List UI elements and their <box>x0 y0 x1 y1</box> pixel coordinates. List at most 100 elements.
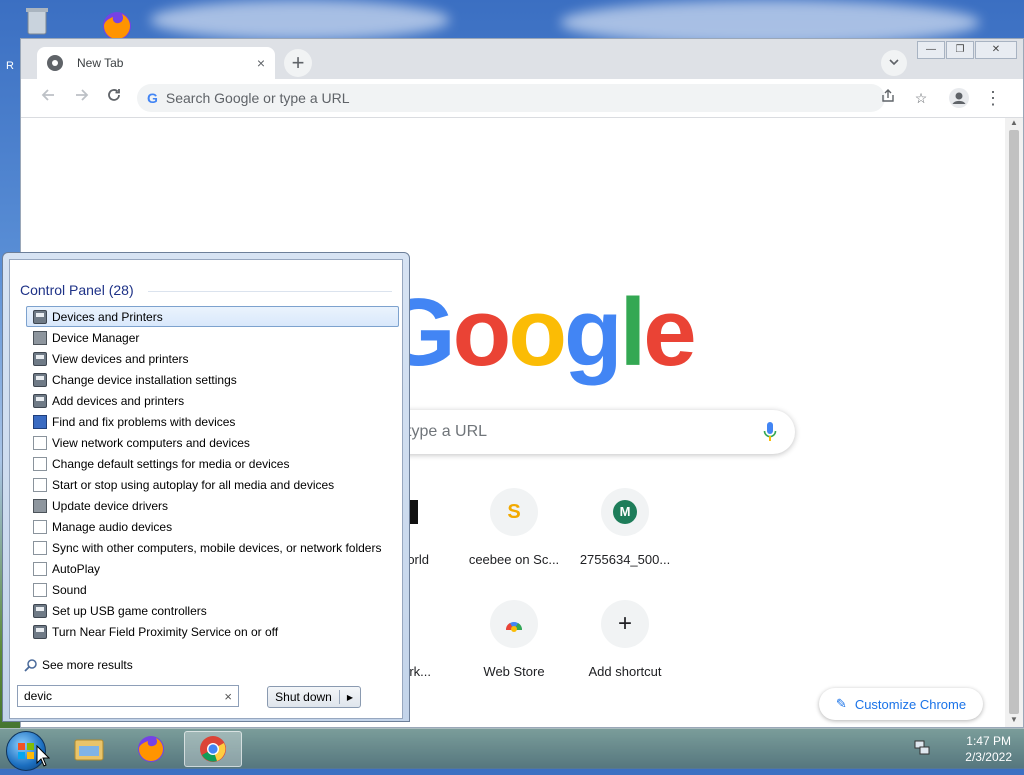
reload-button[interactable] <box>103 87 125 109</box>
microphone-icon[interactable] <box>763 421 777 443</box>
new-tab-button[interactable]: + <box>284 49 312 77</box>
chrome-icon <box>200 736 226 762</box>
taskbar-explorer-button[interactable] <box>62 731 116 767</box>
bookmark-star-icon[interactable]: ☆ <box>911 88 931 108</box>
result-item[interactable]: Start or stop using autoplay for all med… <box>26 474 399 495</box>
plus-icon: + <box>601 600 649 648</box>
scroll-up-icon[interactable]: ▲ <box>1005 118 1023 130</box>
profile-avatar-icon[interactable] <box>949 88 969 108</box>
tab-search-button[interactable] <box>881 50 907 76</box>
document-icon <box>33 561 47 576</box>
logo-letter: o <box>452 279 512 386</box>
shortcut-tile[interactable]: M 2755634_500... <box>569 488 681 567</box>
back-button[interactable] <box>37 87 59 109</box>
result-item[interactable]: Find and fix problems with devices <box>26 411 399 432</box>
result-item[interactable]: Sync with other computers, mobile device… <box>26 537 399 558</box>
reload-icon <box>108 89 120 101</box>
shut-down-label[interactable]: Shut down <box>268 690 340 704</box>
recycle-bin-label: R <box>6 60 14 72</box>
result-item[interactable]: Change device installation settings <box>26 369 399 390</box>
chrome-favicon-icon <box>47 55 63 71</box>
network-tray-icon[interactable] <box>914 739 930 755</box>
shortcut-tile[interactable]: Web Store <box>458 600 570 679</box>
omnibox-input[interactable]: Search Google or type a URL <box>166 90 350 106</box>
folder-icon <box>74 739 104 761</box>
google-g-icon: G <box>147 90 158 106</box>
printer-icon <box>33 351 47 366</box>
result-item[interactable]: Manage audio devices <box>26 516 399 537</box>
shut-down-button[interactable]: Shut down ▶ <box>267 686 361 708</box>
page-scrollbar[interactable]: ▲ ▼ <box>1005 118 1023 727</box>
start-search-input[interactable]: devic × <box>17 685 239 707</box>
web-store-icon <box>490 600 538 648</box>
scroll-down-icon[interactable]: ▼ <box>1005 715 1023 727</box>
result-item[interactable]: View network computers and devices <box>26 432 399 453</box>
taskbar-chrome-button[interactable] <box>184 731 242 767</box>
see-more-results-link[interactable]: See more results <box>24 658 133 672</box>
result-item-label: Turn Near Field Proximity Service on or … <box>52 624 279 639</box>
taskbar-firefox-button[interactable] <box>124 731 178 767</box>
shortcut-label: 2755634_500... <box>579 552 671 567</box>
share-icon[interactable] <box>878 88 898 108</box>
shut-down-options-arrow-icon[interactable]: ▶ <box>340 693 360 702</box>
device-manager-icon <box>33 330 47 345</box>
omnibox[interactable]: G Search Google or type a URL <box>137 84 885 112</box>
printer-icon <box>33 309 47 324</box>
start-search-value[interactable]: devic <box>24 689 224 703</box>
result-item-label: Sound <box>52 582 87 597</box>
forward-button[interactable] <box>71 87 93 109</box>
result-item[interactable]: Set up USB game controllers <box>26 600 399 621</box>
result-item[interactable]: Add devices and printers <box>26 390 399 411</box>
clock-date: 2/3/2022 <box>965 750 1012 764</box>
mouse-cursor-icon <box>36 745 50 767</box>
chrome-tab-strip: New Tab × + — ❐ ✕ <box>21 39 1023 79</box>
close-button[interactable]: ✕ <box>975 41 1017 59</box>
result-item[interactable]: AutoPlay <box>26 558 399 579</box>
result-item[interactable]: Device Manager <box>26 327 399 348</box>
printer-icon <box>33 603 47 618</box>
shortcut-tile[interactable]: + Add shortcut <box>569 600 681 679</box>
result-item-label: Find and fix problems with devices <box>52 414 236 429</box>
clock-time: 1:47 PM <box>966 734 1011 748</box>
firefox-icon <box>138 736 164 762</box>
arrow-left-icon <box>41 89 54 101</box>
minimize-button[interactable]: — <box>917 41 945 59</box>
document-icon <box>33 456 47 471</box>
magnifier-icon <box>24 659 37 672</box>
restore-button[interactable]: ❐ <box>946 41 974 59</box>
device-manager-icon <box>33 498 47 513</box>
shortcut-label: ceebee on Sc... <box>468 552 560 567</box>
desktop-cloud <box>150 0 450 40</box>
tab-title: New Tab <box>77 56 124 70</box>
document-icon <box>33 540 47 555</box>
results-list: Devices and Printers Device Manager View d… <box>26 306 399 642</box>
logo-letter: o <box>508 279 567 386</box>
see-more-results-label: See more results <box>42 658 133 672</box>
customize-chrome-button[interactable]: ✎ Customize Chrome <box>819 688 983 720</box>
result-item-label: Change device installation settings <box>52 372 237 387</box>
clear-search-icon[interactable]: × <box>224 689 232 704</box>
logo-letter: l <box>619 279 647 386</box>
tab-close-icon[interactable]: × <box>257 55 265 71</box>
shortcut-tile[interactable]: S ceebee on Sc... <box>458 488 570 567</box>
result-item[interactable]: View devices and printers <box>26 348 399 369</box>
scrollbar-thumb[interactable] <box>1009 130 1019 714</box>
plus-glyph: + <box>617 610 632 637</box>
arrow-right-icon <box>76 89 89 101</box>
result-item[interactable]: Change default settings for media or dev… <box>26 453 399 474</box>
result-item-label: Change default settings for media or dev… <box>52 456 290 471</box>
google-logo: Google <box>381 278 697 388</box>
recycle-bin-icon[interactable] <box>20 6 54 36</box>
result-item[interactable]: Update device drivers <box>26 495 399 516</box>
result-item[interactable]: Turn Near Field Proximity Service on or … <box>26 621 399 642</box>
chevron-down-icon <box>889 59 899 66</box>
result-item[interactable]: Sound <box>26 579 399 600</box>
results-group-header[interactable]: Control Panel (28) <box>20 282 134 298</box>
result-item[interactable]: Devices and Printers <box>26 306 399 327</box>
document-icon <box>33 582 47 597</box>
menu-kebab-icon[interactable]: ⋮ <box>983 88 1003 108</box>
tab-new-tab[interactable]: New Tab × <box>37 47 275 79</box>
taskbar-clock[interactable]: 1:47 PM 2/3/2022 <box>965 733 1012 765</box>
result-item-label: Device Manager <box>52 330 140 345</box>
document-icon <box>33 519 47 534</box>
